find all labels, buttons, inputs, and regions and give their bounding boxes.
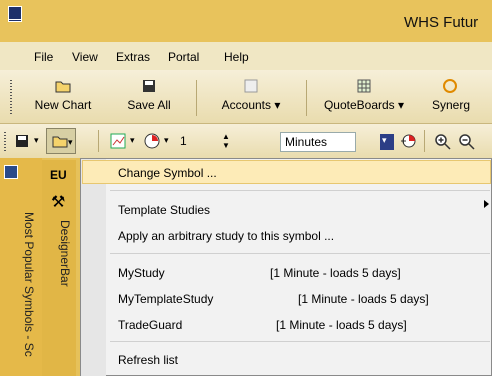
menu-item-study-detail: [1 Minute - loads 5 days] — [298, 292, 429, 306]
new-chart-button[interactable]: New Chart — [22, 78, 104, 112]
unit-select-value: Minutes — [285, 135, 328, 149]
tab-eu[interactable]: EU — [50, 168, 67, 182]
accounts-button[interactable]: Accounts ▾ — [206, 78, 296, 112]
sidebar-tab-most-popular-symbols[interactable]: Most Popular Symbols - Sc — [22, 212, 36, 357]
sidebar-grid-icon[interactable] — [4, 165, 18, 179]
menu-item-refresh-list[interactable]: Refresh list — [118, 353, 178, 367]
accounts-label: Accounts — [221, 98, 271, 112]
menu-item-study-name[interactable]: TradeGuard — [118, 318, 182, 332]
menu-separator — [110, 253, 490, 254]
stepper-down-icon[interactable]: ▼ — [222, 141, 230, 150]
interval-value[interactable]: 1 — [180, 134, 187, 148]
zoom-out-icon[interactable] — [458, 133, 476, 151]
new-chart-label: New Chart — [34, 98, 92, 112]
save-all-icon — [143, 80, 155, 92]
zoom-in-icon[interactable] — [434, 133, 452, 151]
unit-select[interactable]: Minutes — [280, 132, 356, 152]
toolbar-separator — [98, 130, 99, 152]
menu-item-study-detail: [1 Minute - loads 5 days] — [276, 318, 407, 332]
menu-extras[interactable]: Extras — [116, 50, 150, 64]
quoteboards-icon — [357, 79, 371, 93]
save-icon[interactable] — [14, 133, 30, 149]
interval-stepper[interactable]: ▲ ▼ — [220, 132, 278, 152]
menu-item-study-detail: [1 Minute - loads 5 days] — [270, 266, 401, 280]
chevron-down-icon: ▾ — [68, 137, 73, 147]
menu-view[interactable]: View — [72, 50, 98, 64]
open-button[interactable]: ▾ — [46, 128, 76, 154]
accounts-icon — [244, 79, 258, 93]
menu-logo-icon[interactable] — [8, 6, 22, 20]
menu-file[interactable]: File — [34, 50, 53, 64]
save-all-label: Save All — [127, 98, 171, 112]
chevron-down-icon: ▾ — [271, 98, 281, 112]
submenu-arrow-icon — [484, 200, 489, 208]
chart-type-icon[interactable] — [110, 133, 126, 149]
folder-open-icon — [52, 136, 68, 148]
menu-help[interactable]: Help — [224, 50, 249, 64]
menu-item-study-name[interactable]: MyStudy — [118, 266, 165, 280]
synergy-icon — [443, 79, 457, 93]
menu-portal[interactable]: Portal — [168, 50, 199, 64]
unit-dropdown-button[interactable]: ▾ — [380, 134, 394, 150]
designer-bar-tab[interactable]: DesignerBar — [58, 220, 72, 287]
toolbar-separator — [424, 130, 425, 152]
chevron-down-icon[interactable]: ▾ — [164, 135, 169, 146]
add-clock-icon[interactable] — [400, 133, 416, 149]
toolbar-separator — [196, 80, 197, 116]
synergy-label: Synerg — [432, 98, 471, 112]
chevron-down-icon: ▾ — [394, 98, 405, 112]
toolbar-grip[interactable] — [4, 132, 6, 152]
quoteboards-button[interactable]: QuoteBoards ▾ — [318, 78, 410, 112]
menu-item-study-name[interactable]: MyTemplateStudy — [118, 292, 213, 306]
interval-clock-icon[interactable] — [144, 133, 160, 149]
synergy-button[interactable]: Synerg — [432, 78, 492, 112]
toolbar-separator — [306, 80, 307, 116]
tools-icon[interactable]: ⚒ — [51, 192, 65, 212]
stepper-up-icon[interactable]: ▲ — [222, 132, 230, 141]
folder-open-icon — [55, 81, 71, 93]
chevron-down-icon: ▾ — [382, 135, 387, 145]
menu-separator — [110, 190, 490, 191]
chevron-down-icon[interactable]: ▾ — [130, 135, 135, 146]
menu-item-apply-study[interactable]: Apply an arbitrary study to this symbol … — [118, 229, 334, 243]
chevron-down-icon[interactable]: ▾ — [34, 135, 39, 146]
menu-icon-strip — [81, 159, 106, 376]
menu-item-template-studies[interactable]: Template Studies — [118, 203, 210, 217]
toolbar-grip[interactable] — [10, 80, 12, 116]
quoteboards-label: QuoteBoards — [323, 98, 395, 112]
menu-separator — [110, 341, 490, 342]
change-symbol-label: Change Symbol ... — [118, 166, 217, 180]
window-title: WHS Futur — [404, 14, 479, 31]
save-all-button[interactable]: Save All — [114, 78, 184, 112]
